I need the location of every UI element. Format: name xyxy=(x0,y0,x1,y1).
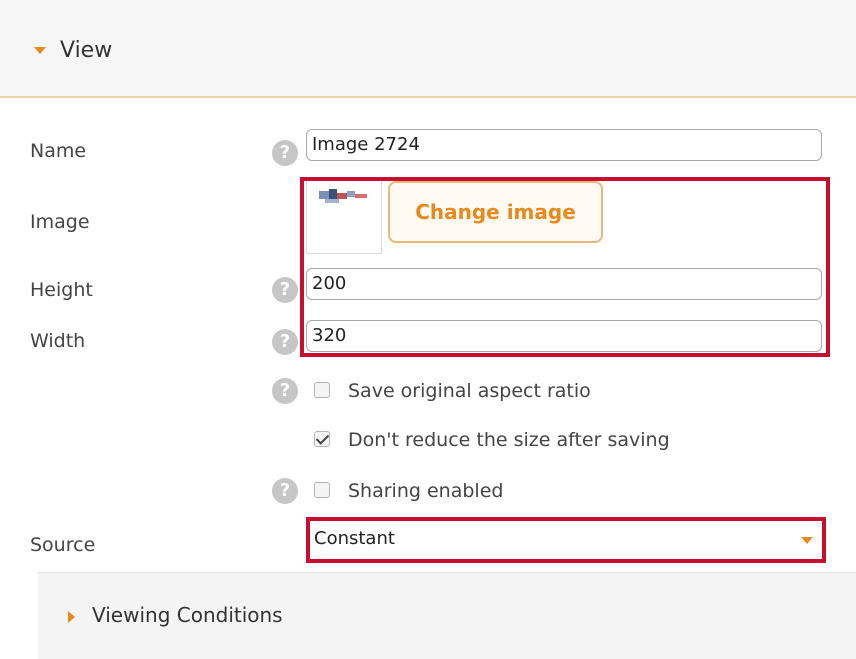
source-select-value: Constant xyxy=(314,528,395,549)
source-select[interactable]: Constant xyxy=(306,517,826,563)
highlight-frame xyxy=(300,177,830,357)
save-aspect-ratio-label: Save original aspect ratio xyxy=(348,380,591,402)
name-label: Name xyxy=(30,140,87,162)
dont-reduce-size-checkbox[interactable] xyxy=(314,431,330,447)
view-section-header[interactable]: View xyxy=(0,0,856,98)
help-icon[interactable]: ? xyxy=(272,478,298,504)
viewing-conditions-title: Viewing Conditions xyxy=(92,603,283,627)
width-label: Width xyxy=(30,330,86,352)
save-aspect-ratio-checkbox[interactable] xyxy=(314,382,330,398)
dropdown-arrow-icon[interactable] xyxy=(801,537,813,544)
help-icon[interactable]: ? xyxy=(272,329,298,355)
chevron-down-icon[interactable] xyxy=(34,47,46,54)
name-input[interactable]: Image 2724 xyxy=(306,129,822,161)
dont-reduce-size-label: Don't reduce the size after saving xyxy=(348,429,670,451)
sharing-enabled-label: Sharing enabled xyxy=(348,480,504,502)
help-icon[interactable]: ? xyxy=(272,277,298,303)
help-icon[interactable]: ? xyxy=(272,140,298,166)
height-label: Height xyxy=(30,279,93,301)
chevron-right-icon[interactable] xyxy=(68,611,75,623)
viewing-conditions-panel[interactable]: Viewing Conditions xyxy=(38,572,856,659)
sharing-enabled-checkbox[interactable] xyxy=(314,482,330,498)
image-label: Image xyxy=(30,211,90,233)
section-title: View xyxy=(60,38,113,63)
help-icon[interactable]: ? xyxy=(272,378,298,404)
source-label: Source xyxy=(30,534,96,556)
